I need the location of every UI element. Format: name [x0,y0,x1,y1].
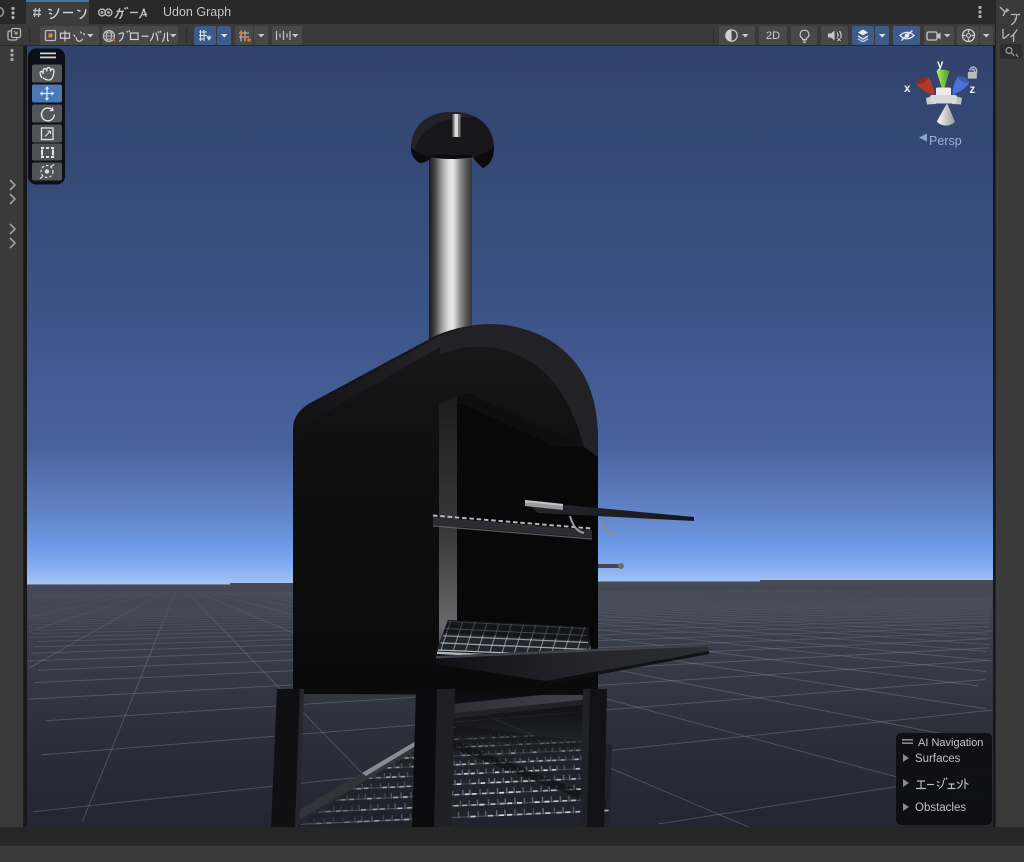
svg-text:y: y [937,59,944,71]
svg-text:Persp: Persp [929,134,962,148]
svg-text:x: x [904,83,911,95]
svg-text:AI Navigation: AI Navigation [918,737,983,749]
svg-text:z: z [970,84,976,96]
svg-text:Surfaces: Surfaces [915,753,961,765]
svg-text:Obstacles: Obstacles [915,802,966,814]
